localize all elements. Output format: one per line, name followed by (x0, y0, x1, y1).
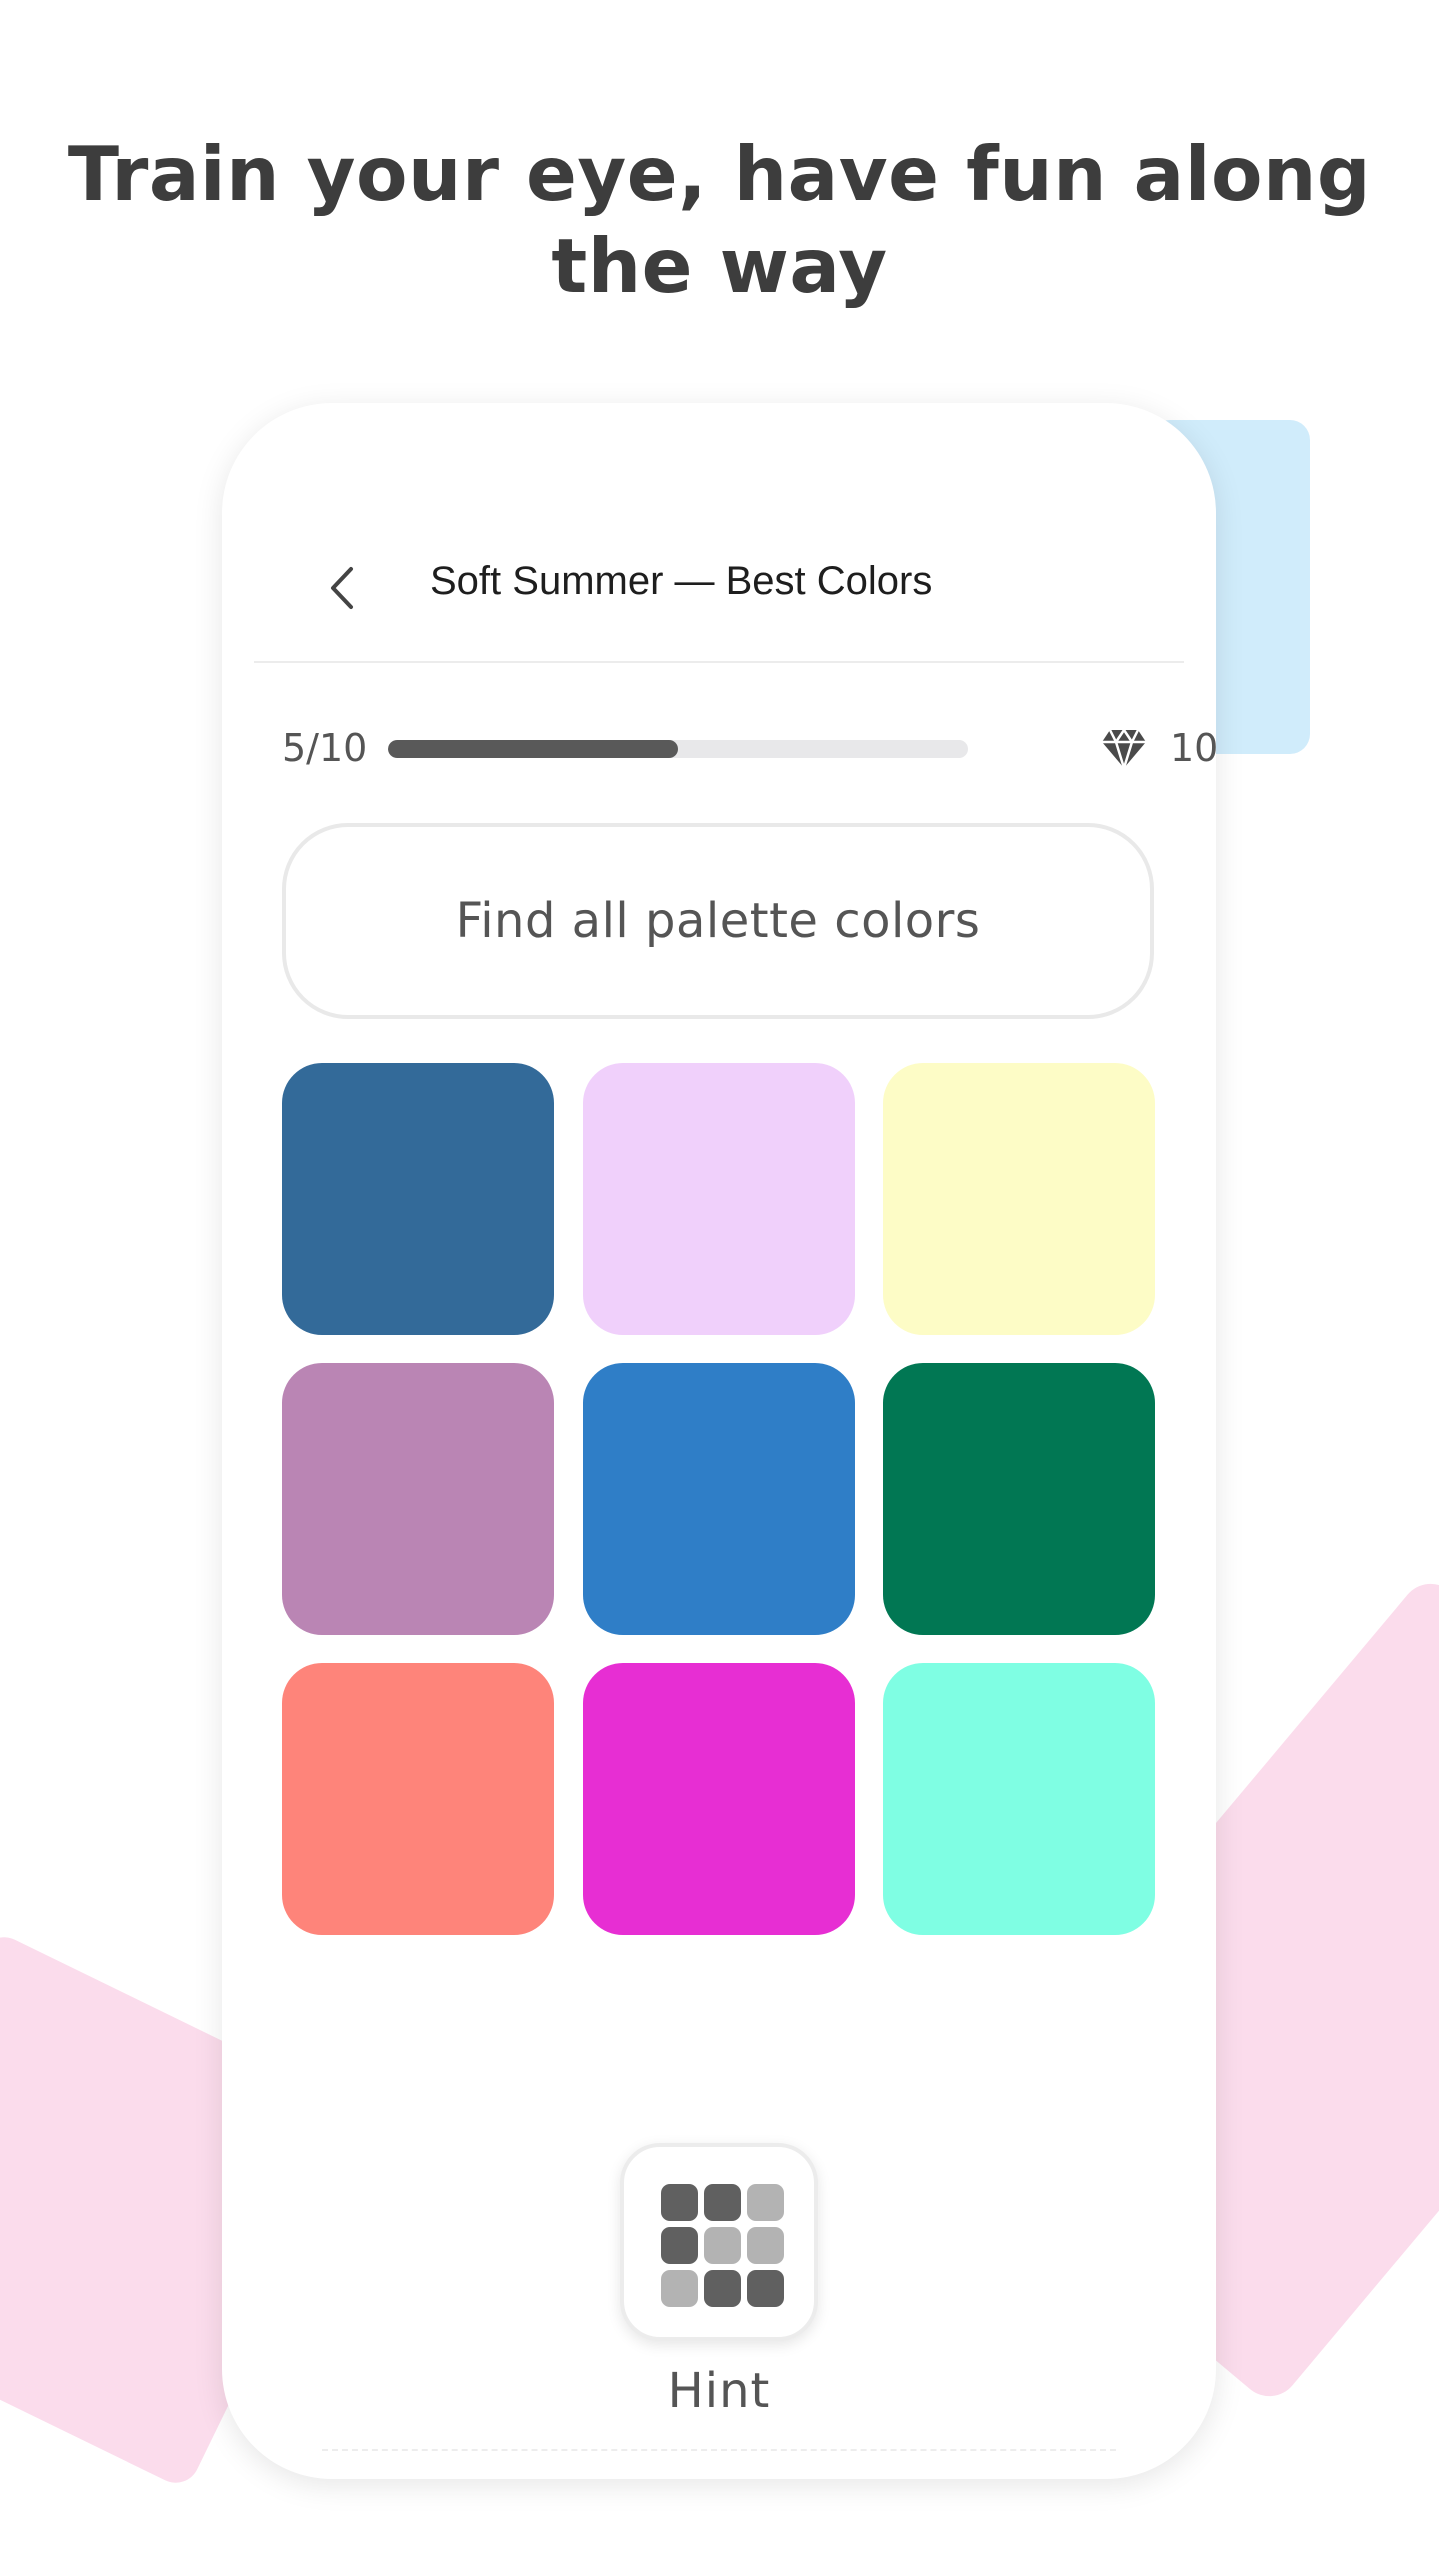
task-instruction: Find all palette colors (455, 893, 981, 949)
chevron-left-icon[interactable] (319, 563, 369, 613)
color-swatch[interactable] (883, 1663, 1155, 1935)
progress-label: 5/10 (282, 726, 368, 770)
color-swatch[interactable] (883, 1063, 1155, 1335)
page-title: Soft Summer — Best Colors (430, 559, 933, 603)
headline: Train your eye, have fun along the way (67, 130, 1372, 310)
color-swatch[interactable] (883, 1363, 1155, 1635)
nav-bar: Soft Summer — Best Colors (254, 513, 1184, 663)
color-swatch[interactable] (583, 1063, 855, 1335)
color-swatch[interactable] (282, 1063, 554, 1335)
phone-frame: Soft Summer — Best Colors 5/10 10 Find a… (222, 403, 1216, 2479)
color-swatch[interactable] (282, 1363, 554, 1635)
progress-row: 5/10 10 (282, 718, 1216, 778)
progress-bar (388, 740, 968, 758)
progress-bar-fill (388, 740, 678, 758)
diamond-icon (1102, 727, 1146, 772)
hint-label: Hint (667, 2363, 771, 2419)
divider (322, 2449, 1116, 2451)
color-swatch[interactable] (583, 1363, 855, 1635)
color-swatch[interactable] (583, 1663, 855, 1935)
color-swatch[interactable] (282, 1663, 554, 1935)
task-instruction-box: Find all palette colors (282, 823, 1154, 1019)
hint-button[interactable] (620, 2143, 818, 2341)
gem-count: 10 (1170, 726, 1216, 770)
grid-icon (661, 2184, 785, 2308)
